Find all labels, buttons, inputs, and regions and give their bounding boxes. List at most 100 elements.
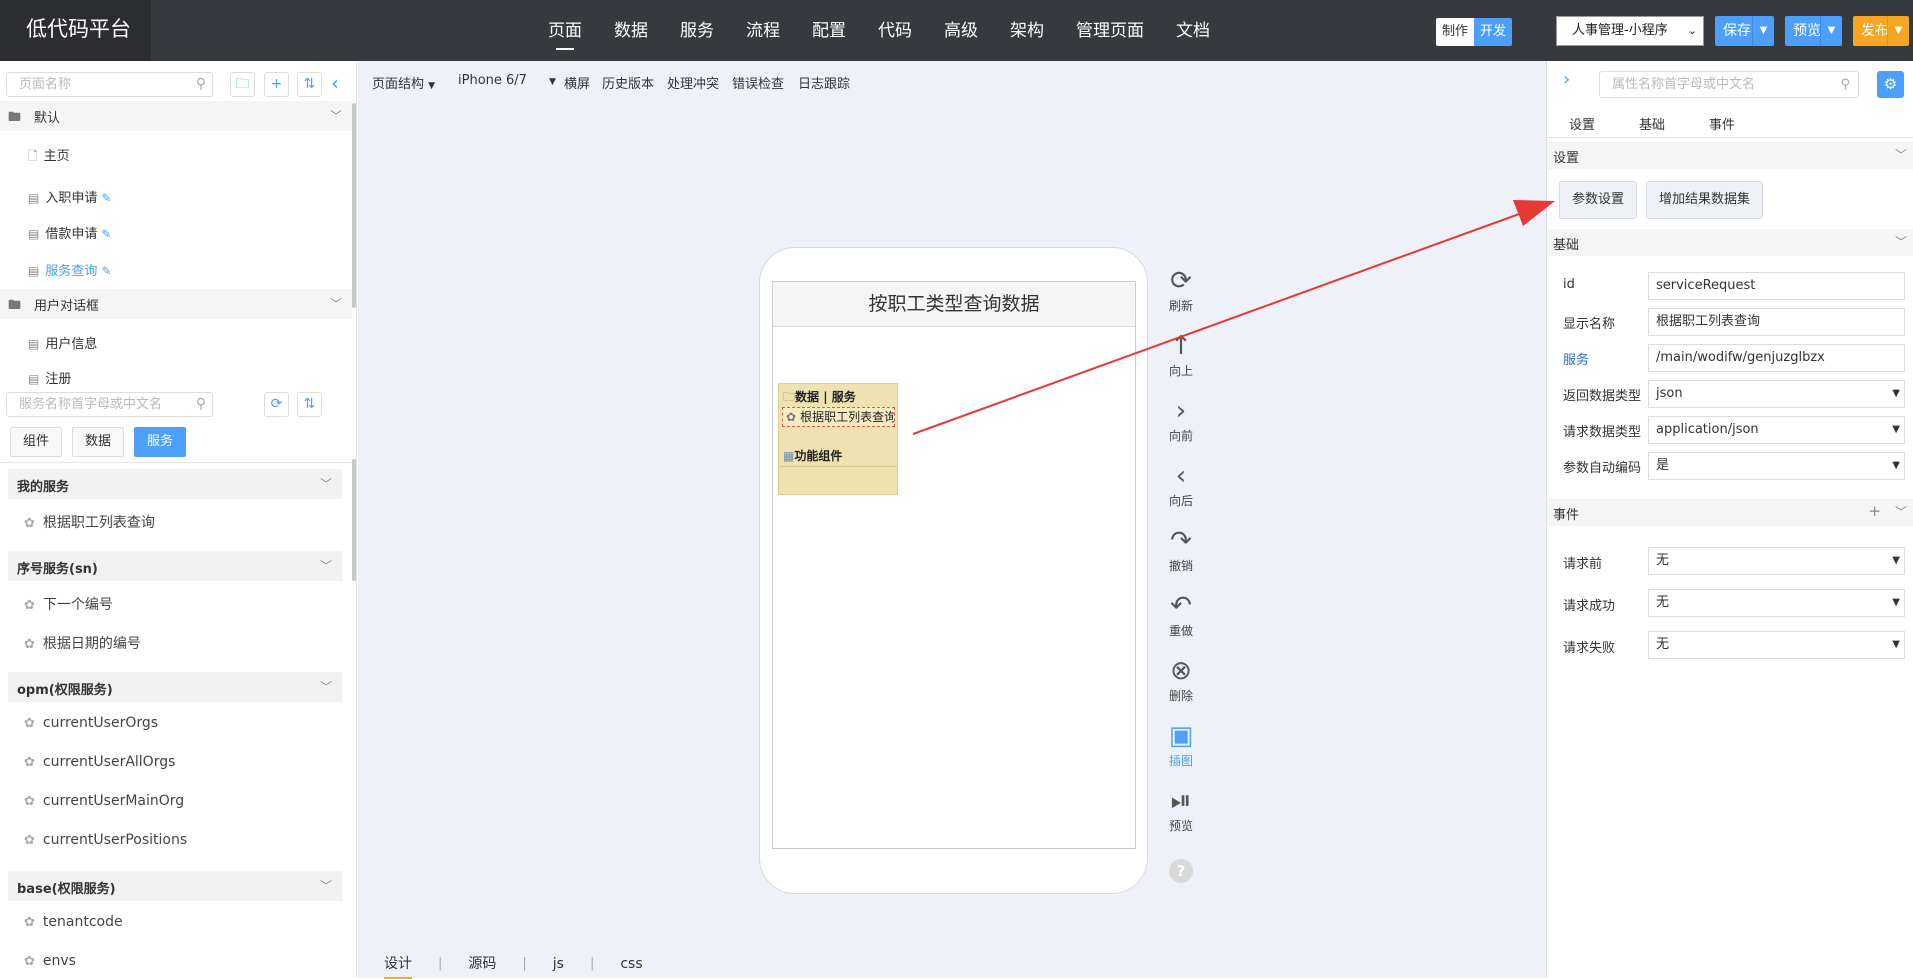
page-item-register[interactable]: ▤ 注册 [28,368,71,387]
prop-input-id[interactable]: serviceRequest [1648,272,1905,300]
nav-service[interactable]: 服务 [664,0,730,61]
chevron-down-icon[interactable]: ﹀ [330,107,342,124]
nav-code[interactable]: 代码 [862,0,928,61]
preview-tool[interactable]: ⏯ 预览 [1159,787,1203,834]
log-trace-button[interactable]: 日志跟踪 [798,73,850,92]
chevron-down-icon[interactable]: ﹀ [1895,146,1907,163]
section-events[interactable]: 事件 + ﹀ [1547,499,1913,526]
page-list-scrollbar[interactable] [352,103,356,308]
function-component-header[interactable]: ▦功能组件 [783,447,842,464]
nav-manage-page[interactable]: 管理页面 [1060,0,1160,61]
nav-data[interactable]: 数据 [598,0,664,61]
help-icon[interactable]: ? [1169,859,1193,883]
mode-make-button[interactable]: 制作 [1436,18,1475,46]
tab-source[interactable]: 源码 [442,951,522,977]
collapse-right-icon[interactable]: › [1563,69,1570,90]
tab-css[interactable]: css [594,951,668,977]
tab-design[interactable]: 设计 [358,951,438,979]
service-group-sn[interactable]: 序号服务(sn) ﹀ [8,551,342,581]
page-group-user-dialog[interactable]: 🖿 用户对话框 ﹀ [0,289,352,319]
service-list-scrollbar[interactable] [352,459,356,581]
data-component-box[interactable]: 🗀数据 | 服务 ✿ 根据职工列表查询 ▦功能组件 [778,383,898,495]
undo-tool[interactable]: ↷ 撤销 [1159,527,1203,574]
new-folder-icon[interactable]: 🗀 [230,72,255,97]
redo-tool[interactable]: ↶ 重做 [1159,592,1203,639]
sort-icon[interactable]: ⇅ [297,392,322,417]
caret-down-icon[interactable]: ▼ [1820,16,1842,46]
service-item[interactable]: ✿ currentUserAllOrgs [24,754,175,770]
service-item[interactable]: ✿ 根据职工列表查询 [24,512,155,532]
error-check-button[interactable]: 错误检查 [732,73,784,92]
preview-button[interactable]: 预览 ▼ [1785,16,1842,46]
add-event-icon[interactable]: + [1868,502,1881,520]
mode-dev-button[interactable]: 开发 [1474,18,1513,46]
section-settings[interactable]: 设置 ﹀ [1547,142,1913,169]
service-group-base[interactable]: base(权限服务) ﹀ [8,871,342,901]
caret-down-icon[interactable]: ▼ [1887,16,1909,46]
page-item-home[interactable]: 🗋 主页 [28,145,70,168]
nav-flow[interactable]: 流程 [730,0,796,61]
prop-label-service[interactable]: 服务 [1563,349,1589,368]
event-select-request-failure[interactable]: 无 ▼ [1648,631,1905,659]
chevron-down-icon[interactable]: ﹀ [320,557,332,574]
service-item[interactable]: ✿ currentUserMainOrg [24,793,184,809]
chevron-down-icon[interactable]: ﹀ [1895,233,1907,250]
device-select[interactable]: iPhone 6/7 ▼ [458,73,556,88]
service-group-mine[interactable]: 我的服务 ﹀ [8,469,342,499]
property-search-input[interactable]: 属性名称首字母或中文名 ⚲ [1599,71,1859,98]
edit-icon[interactable]: ✎ [101,227,111,241]
service-item[interactable]: ✿ tenantcode [24,914,123,930]
tab-components[interactable]: 组件 [10,427,63,457]
chevron-down-icon[interactable]: ﹀ [330,295,342,312]
nav-advanced[interactable]: 高级 [928,0,994,61]
insert-image-tool[interactable]: ▣ 插图 [1159,722,1203,769]
move-forward-tool[interactable]: › 向前 [1159,397,1203,444]
page-search-input[interactable]: 页面名称 ⚲ [6,72,213,97]
prop-input-display-name[interactable]: 根据职工列表查询 [1648,308,1905,336]
sort-icon[interactable]: ⇅ [297,72,322,97]
nav-page[interactable]: 页面 [532,0,598,61]
event-select-before-request[interactable]: 无 ▼ [1648,547,1905,575]
page-item-onboarding[interactable]: ▤ 入职申请 ✎ [28,187,111,206]
add-result-dataset-button[interactable]: 增加结果数据集 [1646,181,1764,219]
caret-down-icon[interactable]: ▼ [1752,16,1774,46]
service-item[interactable]: ✿ 根据日期的编号 [24,633,141,653]
save-button[interactable]: 保存 ▼ [1715,16,1774,46]
page-title[interactable]: 按职工类型查询数据 [773,282,1135,327]
tab-basic[interactable]: 基础 [1639,114,1665,133]
page-structure-dropdown[interactable]: 页面结构 ▼ [372,73,435,92]
history-button[interactable]: 历史版本 [602,73,654,92]
add-page-icon[interactable]: + [264,72,289,97]
resolve-conflict-button[interactable]: 处理冲突 [667,73,719,92]
chevron-down-icon[interactable]: ﹀ [320,678,332,695]
event-select-request-success[interactable]: 无 ▼ [1648,589,1905,617]
app-select[interactable]: 人事管理-小程序 ⌄ [1556,16,1704,46]
refresh-tool[interactable]: ⟳ 刷新 [1159,267,1203,314]
nav-config[interactable]: 配置 [796,0,862,61]
service-item[interactable]: ✿ envs [24,953,76,969]
prop-select-return-type[interactable]: json ▼ [1648,380,1905,408]
tab-settings[interactable]: 设置 [1569,114,1595,133]
page-item-loan[interactable]: ▤ 借款申请 ✎ [28,223,111,242]
tab-data[interactable]: 数据 [72,427,125,457]
page-item-user-info[interactable]: ▤ 用户信息 [28,333,97,352]
param-settings-button[interactable]: 参数设置 [1559,181,1638,219]
nav-docs[interactable]: 文档 [1160,0,1226,61]
prop-input-service[interactable]: /main/wodifw/genjuzglbzx [1648,344,1905,372]
delete-tool[interactable]: ⊗ 删除 [1159,657,1203,704]
landscape-button[interactable]: 横屏 [564,73,590,92]
service-group-opm[interactable]: opm(权限服务) ﹀ [8,672,342,702]
service-item[interactable]: ✿ currentUserOrgs [24,715,158,731]
move-back-tool[interactable]: ‹ 向后 [1159,462,1203,509]
prop-select-request-type[interactable]: application/json ▼ [1648,416,1905,444]
collapse-left-icon[interactable]: ‹ [331,71,339,95]
tab-events[interactable]: 事件 [1709,114,1735,133]
prop-select-auto-encode[interactable]: 是 ▼ [1648,452,1905,480]
section-basic[interactable]: 基础 ﹀ [1547,229,1913,256]
edit-icon[interactable]: ✎ [101,191,111,205]
page-group-default[interactable]: 🖿 默认 ﹀ [0,101,352,131]
move-up-tool[interactable]: ↑ 向上 [1159,332,1203,379]
gear-icon[interactable]: ⚙ [1877,71,1904,98]
phone-screen[interactable]: 按职工类型查询数据 🗀数据 | 服务 ✿ 根据职工列表查询 ▦功能组件 [772,281,1136,849]
chevron-down-icon[interactable]: ﹀ [320,877,332,894]
